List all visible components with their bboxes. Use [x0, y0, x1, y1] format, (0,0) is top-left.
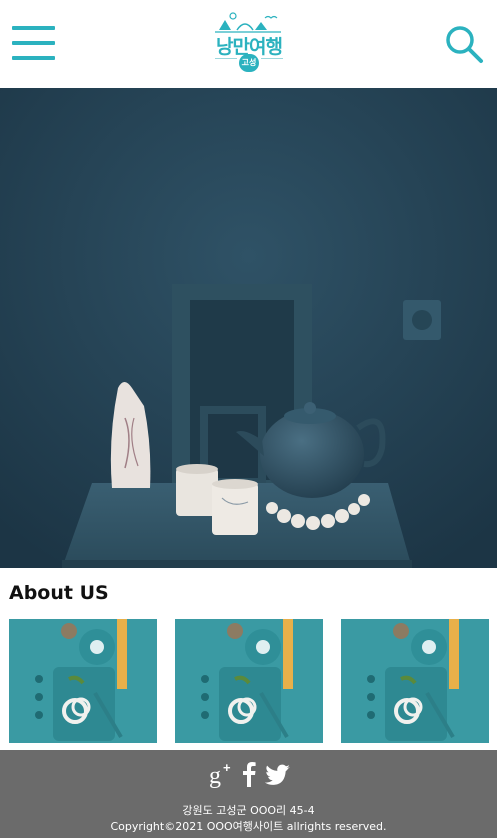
menu-bar: [12, 41, 55, 45]
social-links: g +: [0, 760, 497, 788]
food-plate-photo: [341, 619, 489, 743]
thumbnail-3[interactable]: [341, 619, 489, 743]
footer-address: 강원도 고성군 OOO리 45-4: [182, 804, 315, 817]
logo-skyline-icon: [215, 12, 281, 33]
about-section-title: About US: [9, 582, 109, 604]
facebook-icon[interactable]: [241, 760, 257, 788]
menu-bar: [12, 26, 55, 30]
thumbnail-2[interactable]: [175, 619, 323, 743]
hero-image: [0, 88, 497, 568]
search-icon[interactable]: [444, 24, 484, 64]
svg-text:+: +: [223, 760, 231, 775]
twitter-icon[interactable]: [265, 760, 291, 788]
food-plate-photo: [175, 619, 323, 743]
food-plate-photo: [9, 619, 157, 743]
site-footer: g + 강원도 고성군 OOO리 45-4 Copyright©2021 OOO…: [0, 750, 497, 838]
hamburger-menu-icon[interactable]: [12, 25, 55, 61]
thumbnail-1[interactable]: [9, 619, 157, 743]
footer-copyright: Copyright©2021 OOO여행사이트 allrights reserv…: [110, 820, 387, 833]
still-life-photo: [0, 88, 497, 568]
google-plus-icon[interactable]: g +: [209, 760, 235, 788]
logo-divider: [261, 58, 283, 59]
svg-text:g: g: [209, 763, 221, 788]
logo-divider: [215, 58, 237, 59]
site-header: 낭만여행 고성: [0, 0, 497, 88]
about-thumbnail-row: [0, 619, 497, 743]
logo-region-badge: 고성: [239, 54, 259, 72]
site-logo[interactable]: 낭만여행 고성: [205, 8, 291, 76]
menu-bar: [12, 56, 55, 60]
